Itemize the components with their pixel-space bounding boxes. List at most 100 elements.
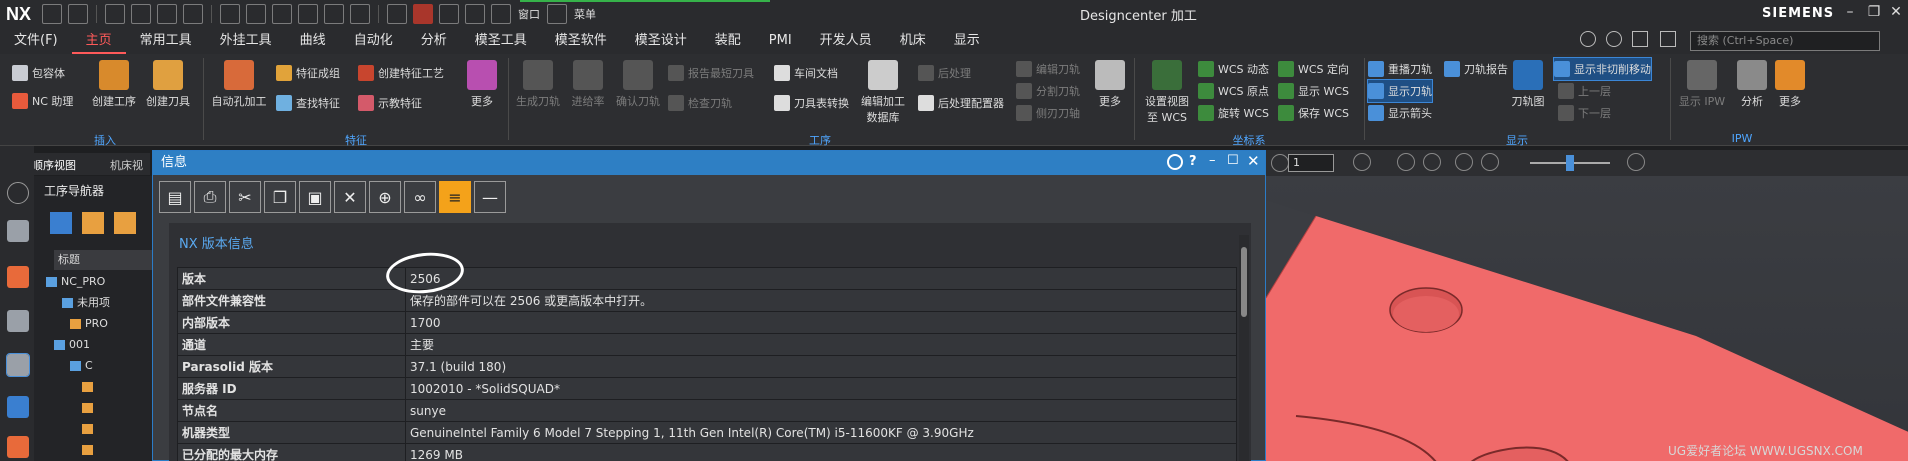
open-file-icon[interactable]	[68, 4, 89, 24]
replay-toolpath-button[interactable]: 重播刀轨	[1368, 58, 1432, 80]
play-icon[interactable]	[1455, 153, 1473, 171]
gear-icon[interactable]	[1167, 154, 1183, 170]
post-configurator-button[interactable]: 后处理配置器	[918, 92, 1004, 114]
new-file-icon[interactable]	[42, 4, 63, 24]
toolpath-report-button[interactable]: 刀轨报告	[1444, 58, 1508, 80]
feature-group-button[interactable]: 特征成组	[276, 62, 340, 84]
teach-feature-button[interactable]: 示教特征	[358, 92, 422, 114]
verify-toolpath-button[interactable]: 确认刀轨	[612, 60, 664, 109]
cut-icon[interactable]	[272, 4, 293, 24]
copy-icon[interactable]: ❐	[264, 181, 296, 213]
menu-tab[interactable]: 装配	[701, 28, 755, 54]
nc-assistant-button[interactable]: NC 助理	[12, 90, 73, 112]
layers-icon[interactable]	[1353, 153, 1371, 171]
window-menu[interactable]: 窗口	[518, 6, 540, 22]
assembly-navigator-icon[interactable]	[7, 266, 29, 288]
ribbon-options-icon[interactable]	[1632, 31, 1648, 47]
first-frame-icon[interactable]	[1397, 153, 1415, 171]
menu-tab[interactable]: 常用工具	[126, 28, 206, 54]
dialog-maximize-button[interactable]: ☐	[1227, 153, 1239, 168]
previous-frame-icon[interactable]	[1423, 153, 1441, 171]
menu-tab[interactable]: 模圣设计	[621, 28, 701, 54]
dialog-title-bar[interactable]: 信息	[153, 151, 1265, 175]
restore-button[interactable]: ❐	[1862, 4, 1886, 22]
eye-icon[interactable]	[1271, 154, 1289, 172]
layout-icon[interactable]	[1660, 31, 1676, 47]
minimize-button[interactable]: –	[1838, 4, 1862, 22]
show-toolpath-button[interactable]: 显示刀轨	[1367, 79, 1433, 103]
tree-node[interactable]	[46, 439, 154, 460]
operation-navigator-icon[interactable]	[6, 353, 30, 377]
constraint-navigator-icon[interactable]	[7, 310, 29, 332]
paste-icon[interactable]: ▣	[299, 181, 331, 213]
menu-tab[interactable]: 主页	[71, 28, 126, 54]
nx-command-icon[interactable]	[413, 4, 434, 24]
settings-icon[interactable]	[1627, 153, 1645, 171]
side-blade-axis-button[interactable]: 侧刃刀轴	[1016, 102, 1080, 124]
ipw-more-button[interactable]: 更多	[1770, 60, 1810, 109]
menu-icon[interactable]	[547, 4, 568, 24]
scrollbar-thumb[interactable]	[1241, 247, 1247, 317]
wcs-orient-button[interactable]: WCS 定向	[1278, 58, 1349, 80]
binoculars-icon[interactable]: ∞	[404, 181, 436, 213]
tree-node[interactable]: C	[46, 355, 154, 376]
toolpath-chart-button[interactable]: 刀轨图	[1506, 60, 1550, 109]
menu-tab[interactable]: 开发人员	[806, 28, 886, 54]
menu-tab[interactable]: 模圣软件	[541, 28, 621, 54]
dialog-minimize-button[interactable]: –	[1209, 153, 1216, 168]
next-frame-icon[interactable]	[1481, 153, 1499, 171]
analysis-button[interactable]: 分析	[1732, 60, 1772, 109]
graphics-window[interactable]	[1266, 176, 1908, 461]
machine-view-icon[interactable]	[82, 212, 104, 234]
copy-icon[interactable]	[298, 4, 319, 24]
tab-machine-view[interactable]: 机床视	[110, 157, 143, 173]
menu-tab[interactable]: 机床	[886, 28, 940, 54]
find-feature-button[interactable]: 查找特征	[276, 92, 340, 114]
layer-select[interactable]: 1	[1288, 154, 1334, 172]
menu-dropdown[interactable]: 菜单	[574, 6, 596, 22]
report-shortest-tool-button[interactable]: 报告最短刀具	[668, 62, 754, 84]
tree-node[interactable]	[46, 418, 154, 439]
tree-node[interactable]: PRO	[46, 313, 154, 334]
minus-icon[interactable]: —	[474, 181, 506, 213]
create-tool-button[interactable]: 创建刀具	[142, 60, 194, 109]
print-icon[interactable]	[387, 4, 408, 24]
part-navigator-icon[interactable]	[7, 220, 29, 242]
search-input[interactable]: 搜索 (Ctrl+Space)	[1690, 31, 1880, 51]
menu-tab[interactable]: 模圣工具	[461, 28, 541, 54]
close-part-icon[interactable]	[183, 4, 204, 24]
machine-tool-navigator-icon[interactable]	[7, 396, 29, 418]
set-view-to-wcs-button[interactable]: 设置视图至 WCS	[1140, 60, 1194, 125]
save-as-icon[interactable]: ▤	[159, 181, 191, 213]
cut-icon[interactable]: ✂	[229, 181, 261, 213]
wcs-origin-button[interactable]: WCS 原点	[1198, 80, 1269, 102]
touch-mode-icon[interactable]	[465, 4, 486, 24]
show-ipw-button[interactable]: 显示 IPW	[1674, 60, 1730, 109]
program-view-icon[interactable]	[50, 212, 72, 234]
column-header[interactable]: 标题	[54, 250, 154, 270]
speed-slider-handle[interactable]	[1566, 155, 1574, 171]
rotate-wcs-button[interactable]: 旋转 WCS	[1198, 102, 1269, 124]
microphone-icon[interactable]	[439, 4, 460, 24]
down-level-button[interactable]: 下一层	[1558, 102, 1611, 124]
tree-node[interactable]: 001	[46, 334, 154, 355]
geometry-view-icon[interactable]	[114, 212, 136, 234]
paste-icon[interactable]	[324, 4, 345, 24]
menu-tab[interactable]: 曲线	[286, 28, 340, 54]
tree-node[interactable]: 未用项	[46, 292, 154, 313]
shop-documentation-button[interactable]: 车间文档	[774, 62, 838, 84]
tree-node[interactable]	[46, 376, 154, 397]
wcs-dynamic-button[interactable]: WCS 动态	[1198, 58, 1269, 80]
up-level-button[interactable]: 上一层	[1558, 80, 1611, 102]
dialog-close-button[interactable]: ✕	[1247, 152, 1260, 170]
show-wcs-button[interactable]: 显示 WCS	[1278, 80, 1349, 102]
window-switch-icon[interactable]	[491, 4, 512, 24]
save-wcs-button[interactable]: 保存 WCS	[1278, 102, 1349, 124]
history-icon[interactable]	[7, 436, 29, 458]
edit-machining-database-button[interactable]: 编辑加工 数据库	[856, 60, 910, 125]
feed-rate-button[interactable]: 进给率	[566, 60, 610, 109]
auto-hole-button[interactable]: 自动孔加工	[208, 60, 270, 109]
smile-feedback-icon[interactable]	[1580, 31, 1596, 47]
undo-icon[interactable]	[220, 4, 241, 24]
print-icon[interactable]: ⎙	[194, 181, 226, 213]
